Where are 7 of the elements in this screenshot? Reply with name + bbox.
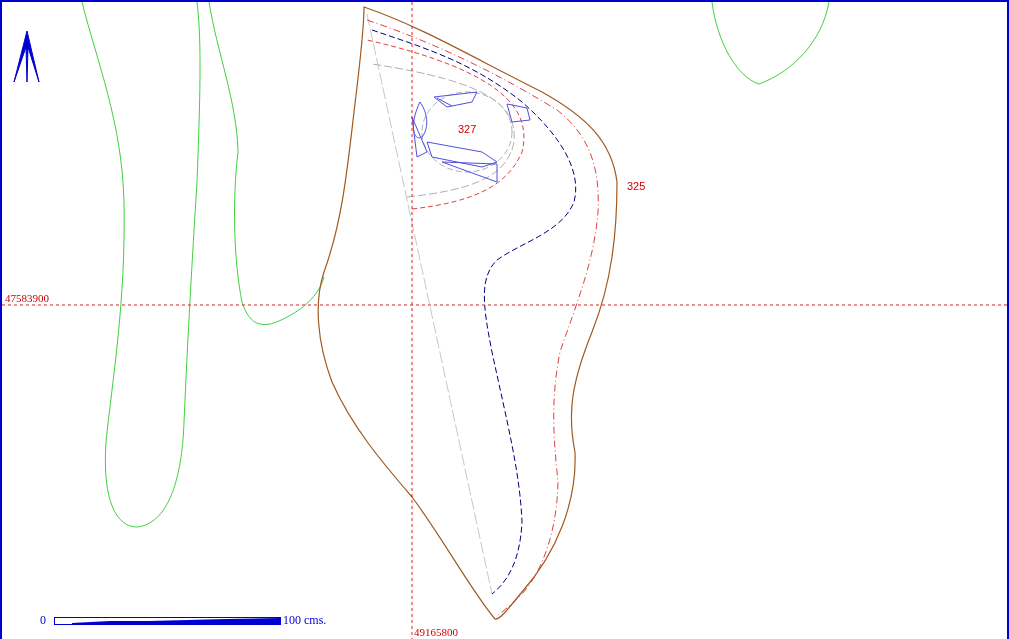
elevation-label: 327 (458, 124, 477, 135)
scale-label: 100 cms. (283, 614, 327, 626)
north-arrow-icon (13, 30, 40, 83)
coordinate-label: 49165800 (414, 627, 458, 638)
scale-label: 0 (40, 614, 46, 626)
coordinate-label: 47583900 (5, 293, 49, 304)
elevation-label: 325 (627, 181, 646, 192)
